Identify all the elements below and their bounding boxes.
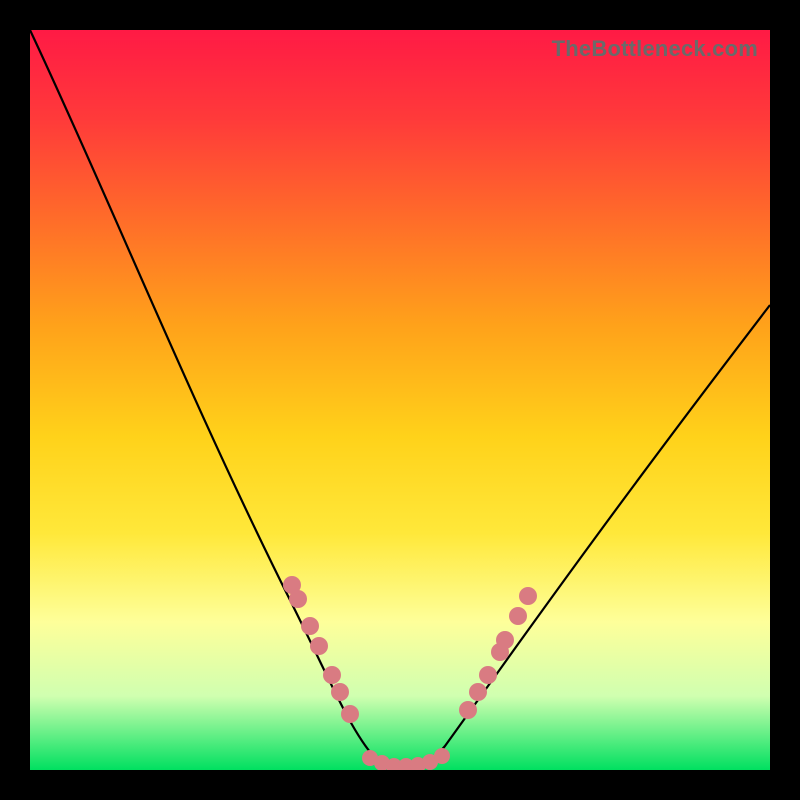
bottleneck-curve — [30, 30, 770, 770]
marker-cluster-right — [459, 587, 537, 719]
curve-path — [30, 30, 770, 768]
chart-frame: TheBottleneck.com — [0, 0, 800, 800]
marker-cluster-bottom — [362, 748, 450, 770]
marker-cluster-left — [283, 576, 359, 723]
plot-area: TheBottleneck.com — [30, 30, 770, 770]
